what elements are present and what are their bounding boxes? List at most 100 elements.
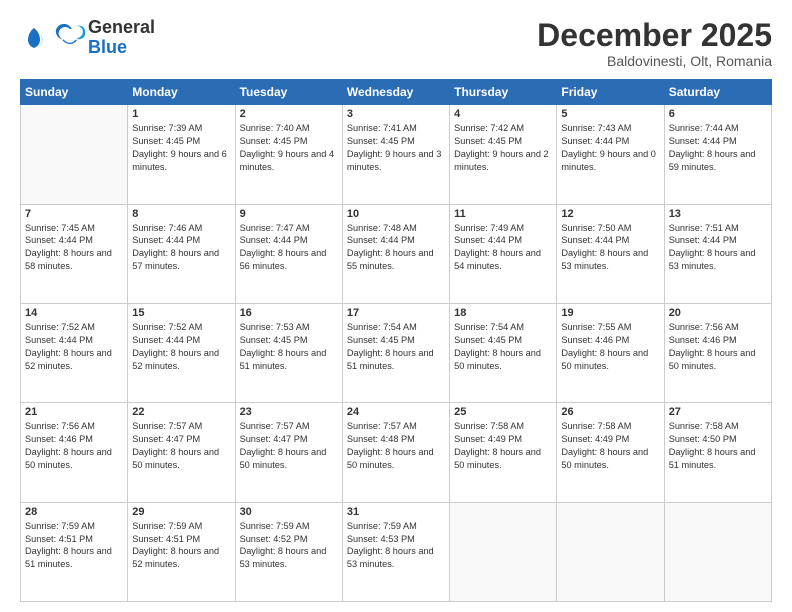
col-thursday: Thursday (450, 80, 557, 105)
cell-info: Sunrise: 7:48 AMSunset: 4:44 PMDaylight:… (347, 222, 445, 274)
cell-info: Sunrise: 7:54 AMSunset: 4:45 PMDaylight:… (347, 321, 445, 373)
cell-4-2: 22Sunrise: 7:57 AMSunset: 4:47 PMDayligh… (128, 403, 235, 502)
day-number: 26 (561, 406, 659, 418)
cell-4-1: 21 Sunrise: 7:56 AMSunset: 4:46 PMDayligh… (21, 403, 128, 502)
day-number: 9 (240, 208, 338, 220)
cell-info: Sunrise: 7:42 AMSunset: 4:45 PMDaylight:… (454, 122, 552, 174)
col-sunday: Sunday (21, 80, 128, 105)
cell-2-3: 9 Sunrise: 7:47 AMSunset: 4:44 PMDaylight… (235, 204, 342, 303)
cell-2-5: 11Sunrise: 7:49 AMSunset: 4:44 PMDayligh… (450, 204, 557, 303)
day-number: 1 (132, 108, 230, 120)
cell-info: Sunrise: 7:59 AMSunset: 4:52 PMDaylight:… (240, 520, 338, 572)
logo-bird-icon (52, 20, 88, 56)
header-row: Sunday Monday Tuesday Wednesday Thursday… (21, 80, 772, 105)
cell-info: Sunrise: 7:49 AMSunset: 4:44 PMDaylight:… (454, 222, 552, 274)
cell-4-3: 23Sunrise: 7:57 AMSunset: 4:47 PMDayligh… (235, 403, 342, 502)
header: General Blue December 2025 Baldovinesti,… (20, 18, 772, 69)
day-number: 5 (561, 108, 659, 120)
cell-info: Sunrise: 7:44 AMSunset: 4:44 PMDaylight:… (669, 122, 767, 174)
cell-2-4: 10 Sunrise: 7:48 AMSunset: 4:44 PMDayligh… (342, 204, 449, 303)
cell-5-3: 30 Sunrise: 7:59 AMSunset: 4:52 PMDayligh… (235, 502, 342, 601)
cell-3-7: 20Sunrise: 7:56 AMSunset: 4:46 PMDayligh… (664, 303, 771, 402)
day-number: 13 (669, 208, 767, 220)
day-number: 15 (132, 307, 230, 319)
week-row-3: 14 Sunrise: 7:52 AMSunset: 4:44 PMDayligh… (21, 303, 772, 402)
cell-5-7 (664, 502, 771, 601)
cell-2-2: 8 Sunrise: 7:46 AMSunset: 4:44 PMDaylight… (128, 204, 235, 303)
cell-info: Sunrise: 7:47 AMSunset: 4:44 PMDaylight:… (240, 222, 338, 274)
cell-1-7: 6 Sunrise: 7:44 AMSunset: 4:44 PMDaylight… (664, 105, 771, 204)
cell-info: Sunrise: 7:41 AMSunset: 4:45 PMDaylight:… (347, 122, 445, 174)
cell-5-1: 28 Sunrise: 7:59 AMSunset: 4:51 PMDayligh… (21, 502, 128, 601)
cell-1-2: 1Sunrise: 7:39 AMSunset: 4:45 PMDaylight… (128, 105, 235, 204)
week-row-2: 7Sunrise: 7:45 AMSunset: 4:44 PMDaylight… (21, 204, 772, 303)
col-monday: Monday (128, 80, 235, 105)
cell-3-4: 17 Sunrise: 7:54 AMSunset: 4:45 PMDayligh… (342, 303, 449, 402)
cell-5-4: 31Sunrise: 7:59 AMSunset: 4:53 PMDayligh… (342, 502, 449, 601)
week-row-4: 21 Sunrise: 7:56 AMSunset: 4:46 PMDayligh… (21, 403, 772, 502)
day-number: 17 (347, 307, 445, 319)
cell-3-6: 19Sunrise: 7:55 AMSunset: 4:46 PMDayligh… (557, 303, 664, 402)
day-number: 3 (347, 108, 445, 120)
cell-info: Sunrise: 7:59 AMSunset: 4:51 PMDaylight:… (25, 520, 123, 572)
day-number: 4 (454, 108, 552, 120)
day-number: 25 (454, 406, 552, 418)
cell-info: Sunrise: 7:59 AMSunset: 4:51 PMDaylight:… (132, 520, 230, 572)
col-wednesday: Wednesday (342, 80, 449, 105)
day-number: 8 (132, 208, 230, 220)
logo-blue: Blue (88, 38, 155, 58)
day-number: 2 (240, 108, 338, 120)
cell-3-3: 16Sunrise: 7:53 AMSunset: 4:45 PMDayligh… (235, 303, 342, 402)
cell-4-6: 26 Sunrise: 7:58 AMSunset: 4:49 PMDayligh… (557, 403, 664, 502)
cell-info: Sunrise: 7:58 AMSunset: 4:49 PMDaylight:… (561, 420, 659, 472)
col-friday: Friday (557, 80, 664, 105)
cell-info: Sunrise: 7:53 AMSunset: 4:45 PMDaylight:… (240, 321, 338, 373)
cell-info: Sunrise: 7:58 AMSunset: 4:50 PMDaylight:… (669, 420, 767, 472)
day-number: 27 (669, 406, 767, 418)
cell-1-6: 5Sunrise: 7:43 AMSunset: 4:44 PMDaylight… (557, 105, 664, 204)
day-number: 6 (669, 108, 767, 120)
cell-4-5: 25 Sunrise: 7:58 AMSunset: 4:49 PMDayligh… (450, 403, 557, 502)
col-tuesday: Tuesday (235, 80, 342, 105)
cell-4-4: 24Sunrise: 7:57 AMSunset: 4:48 PMDayligh… (342, 403, 449, 502)
cell-1-1 (21, 105, 128, 204)
day-number: 20 (669, 307, 767, 319)
cell-2-6: 12Sunrise: 7:50 AMSunset: 4:44 PMDayligh… (557, 204, 664, 303)
day-number: 28 (25, 506, 123, 518)
cell-1-4: 3 Sunrise: 7:41 AMSunset: 4:45 PMDaylight… (342, 105, 449, 204)
cell-info: Sunrise: 7:46 AMSunset: 4:44 PMDaylight:… (132, 222, 230, 274)
cell-3-1: 14 Sunrise: 7:52 AMSunset: 4:44 PMDayligh… (21, 303, 128, 402)
day-number: 29 (132, 506, 230, 518)
cell-info: Sunrise: 7:57 AMSunset: 4:48 PMDaylight:… (347, 420, 445, 472)
cell-2-1: 7Sunrise: 7:45 AMSunset: 4:44 PMDaylight… (21, 204, 128, 303)
cell-info: Sunrise: 7:56 AMSunset: 4:46 PMDaylight:… (25, 420, 123, 472)
logo-general: General (88, 18, 155, 38)
day-number: 14 (25, 307, 123, 319)
cell-info: Sunrise: 7:50 AMSunset: 4:44 PMDaylight:… (561, 222, 659, 274)
cell-3-5: 18Sunrise: 7:54 AMSunset: 4:45 PMDayligh… (450, 303, 557, 402)
location: Baldovinesti, Olt, Romania (537, 53, 772, 69)
day-number: 10 (347, 208, 445, 220)
cell-1-5: 4 Sunrise: 7:42 AMSunset: 4:45 PMDaylight… (450, 105, 557, 204)
cell-info: Sunrise: 7:40 AMSunset: 4:45 PMDaylight:… (240, 122, 338, 174)
day-number: 22 (132, 406, 230, 418)
cell-info: Sunrise: 7:58 AMSunset: 4:49 PMDaylight:… (454, 420, 552, 472)
cell-info: Sunrise: 7:55 AMSunset: 4:46 PMDaylight:… (561, 321, 659, 373)
cell-info: Sunrise: 7:51 AMSunset: 4:44 PMDaylight:… (669, 222, 767, 274)
cell-info: Sunrise: 7:59 AMSunset: 4:53 PMDaylight:… (347, 520, 445, 572)
day-number: 21 (25, 406, 123, 418)
title-block: December 2025 Baldovinesti, Olt, Romania (537, 18, 772, 69)
cell-4-7: 27 Sunrise: 7:58 AMSunset: 4:50 PMDayligh… (664, 403, 771, 502)
logo: General Blue (20, 18, 155, 58)
cell-info: Sunrise: 7:52 AMSunset: 4:44 PMDaylight:… (25, 321, 123, 373)
cell-info: Sunrise: 7:54 AMSunset: 4:45 PMDaylight:… (454, 321, 552, 373)
calendar-table: Sunday Monday Tuesday Wednesday Thursday… (20, 79, 772, 602)
logo-icon (20, 24, 48, 52)
logo-text: General Blue (88, 18, 155, 58)
day-number: 30 (240, 506, 338, 518)
col-saturday: Saturday (664, 80, 771, 105)
cell-5-2: 29 Sunrise: 7:59 AMSunset: 4:51 PMDayligh… (128, 502, 235, 601)
week-row-5: 28 Sunrise: 7:59 AMSunset: 4:51 PMDayligh… (21, 502, 772, 601)
cell-2-7: 13 Sunrise: 7:51 AMSunset: 4:44 PMDayligh… (664, 204, 771, 303)
calendar-page: General Blue December 2025 Baldovinesti,… (0, 0, 792, 612)
